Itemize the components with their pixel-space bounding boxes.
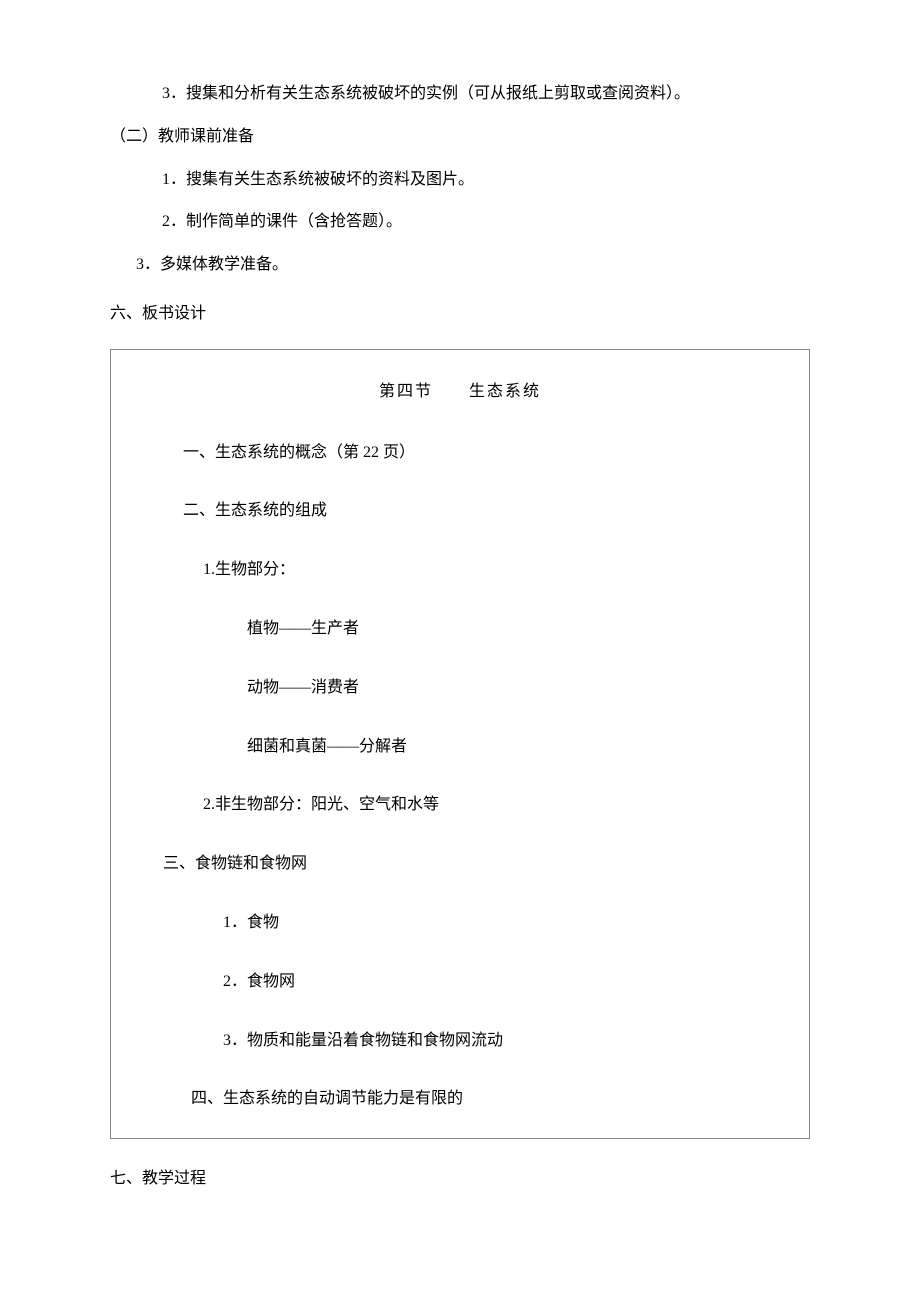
board-design-box: 第四节 生态系统 一、生态系统的概念（第 22 页） 二、生态系统的组成 1.生… [110, 349, 810, 1139]
board-title: 第四节 生态系统 [151, 378, 769, 407]
teacher-prep-item-3: 3．多媒体教学准备。 [110, 251, 810, 280]
teacher-prep-item-2: 2．制作简单的课件（含抢答题）。 [110, 208, 810, 237]
board-s2-1c: 细菌和真菌——分解者 [151, 733, 769, 762]
section-7-heading: 七、教学过程 [110, 1165, 810, 1194]
board-s2-2: 2.非生物部分：阳光、空气和水等 [151, 791, 769, 820]
section-6-heading: 六、板书设计 [110, 300, 810, 329]
prep-item-3: 3．搜集和分析有关生态系统被破坏的实例（可从报纸上剪取或查阅资料）。 [110, 80, 810, 109]
teacher-prep-heading: （二）教师课前准备 [110, 123, 810, 152]
teacher-prep-item-1: 1．搜集有关生态系统被破坏的资料及图片。 [110, 166, 810, 195]
board-s4: 四、生态系统的自动调节能力是有限的 [151, 1085, 769, 1114]
board-s3-1: 1．食物 [151, 909, 769, 938]
board-s3-3: 3．物质和能量沿着食物链和食物网流动 [151, 1027, 769, 1056]
board-s2-1b: 动物——消费者 [151, 674, 769, 703]
board-s1: 一、生态系统的概念（第 22 页） [151, 439, 769, 468]
board-s2: 二、生态系统的组成 [151, 497, 769, 526]
board-s3: 三、食物链和食物网 [151, 850, 769, 879]
board-s3-2: 2．食物网 [151, 968, 769, 997]
board-s2-1: 1.生物部分： [151, 556, 769, 585]
board-s2-1a: 植物——生产者 [151, 615, 769, 644]
